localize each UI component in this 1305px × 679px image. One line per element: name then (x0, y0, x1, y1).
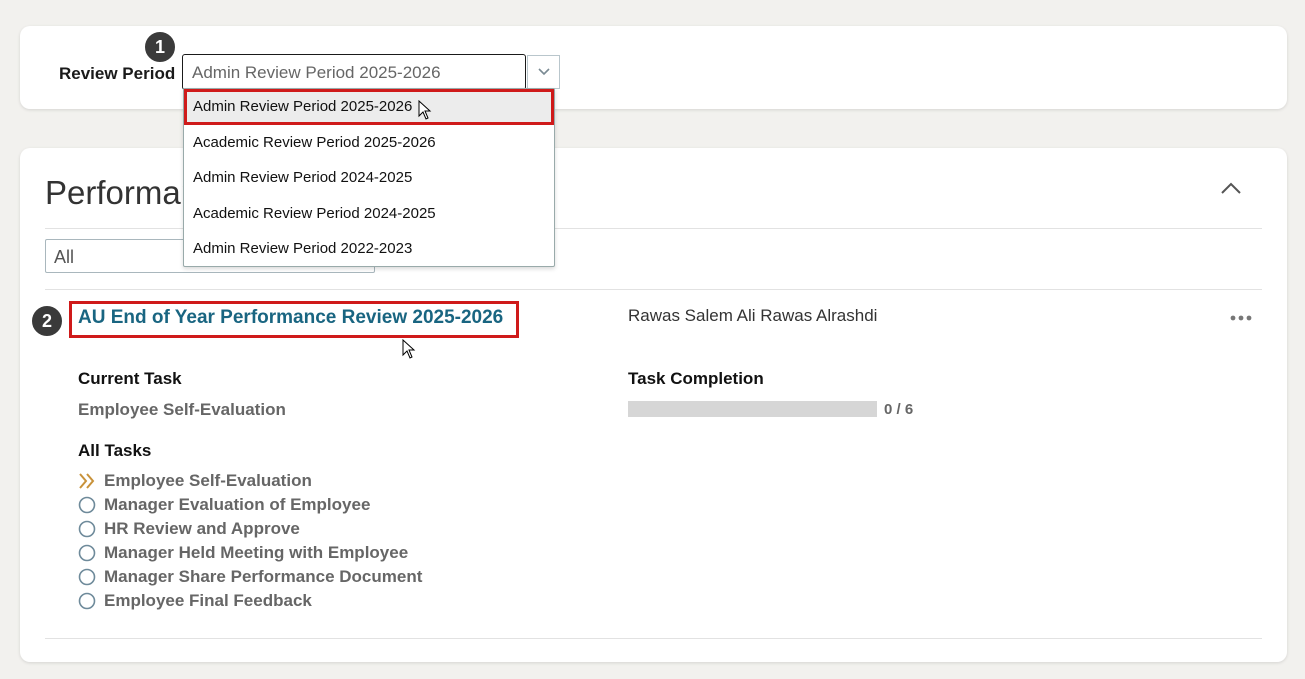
task-completion-text: 0 / 6 (884, 401, 914, 418)
circle-outline-icon (77, 543, 97, 563)
circle-outline-icon (77, 519, 97, 539)
current-task-value: Employee Self-Evaluation (78, 400, 286, 419)
employee-name: Rawas Salem Ali Rawas Alrashdi (628, 306, 878, 325)
chevron-up-icon[interactable] (1219, 176, 1243, 200)
review-period-dropdown-button[interactable] (527, 55, 560, 89)
current-task-label: Current Task (78, 369, 182, 388)
review-period-label: Review Period (59, 64, 176, 83)
dropdown-option[interactable]: Admin Review Period 2024-2025 (184, 160, 554, 196)
circle-outline-icon (77, 567, 97, 587)
review-period-select[interactable]: Admin Review Period 2025-2026 (182, 54, 526, 90)
task-completion-label: Task Completion (628, 369, 764, 388)
divider (45, 289, 1262, 290)
dropdown-option[interactable]: Admin Review Period 2025-2026 (184, 89, 554, 125)
step-marker-2: 2 (31, 305, 63, 337)
circle-outline-icon (77, 495, 97, 515)
task-label: HR Review and Approve (104, 519, 300, 538)
task-item: Employee Self-Evaluation (77, 469, 422, 493)
task-label: Manager Share Performance Document (104, 567, 423, 586)
task-label: Manager Held Meeting with Employee (104, 543, 409, 562)
dropdown-option[interactable]: Admin Review Period 2022-2023 (184, 231, 554, 267)
double-chevron-right-icon (77, 471, 97, 491)
all-tasks-label: All Tasks (78, 441, 152, 460)
more-horizontal-icon[interactable] (1229, 313, 1253, 323)
task-label: Employee Final Feedback (104, 591, 312, 610)
dropdown-option[interactable]: Academic Review Period 2025-2026 (184, 125, 554, 161)
chevron-down-icon (537, 68, 550, 76)
mouse-cursor-icon (402, 339, 416, 359)
task-completion-bar (628, 401, 877, 417)
circle-outline-icon (77, 591, 97, 611)
task-item: Manager Held Meeting with Employee (77, 541, 422, 565)
task-label: Manager Evaluation of Employee (104, 495, 371, 514)
task-label: Employee Self-Evaluation (104, 471, 312, 490)
task-item: Manager Evaluation of Employee (77, 493, 422, 517)
step-marker-1: 1 (144, 31, 176, 63)
dropdown-option[interactable]: Academic Review Period 2024-2025 (184, 196, 554, 232)
mouse-cursor-icon (418, 100, 432, 120)
performance-document-link[interactable]: AU End of Year Performance Review 2025-2… (78, 307, 503, 329)
task-item: HR Review and Approve (77, 517, 422, 541)
task-item: Employee Final Feedback (77, 589, 422, 613)
review-period-dropdown-list: Admin Review Period 2025-2026 Academic R… (183, 88, 555, 267)
task-item: Manager Share Performance Document (77, 565, 422, 589)
task-list: Employee Self-Evaluation Manager Evaluat… (77, 469, 422, 613)
divider (45, 638, 1262, 639)
